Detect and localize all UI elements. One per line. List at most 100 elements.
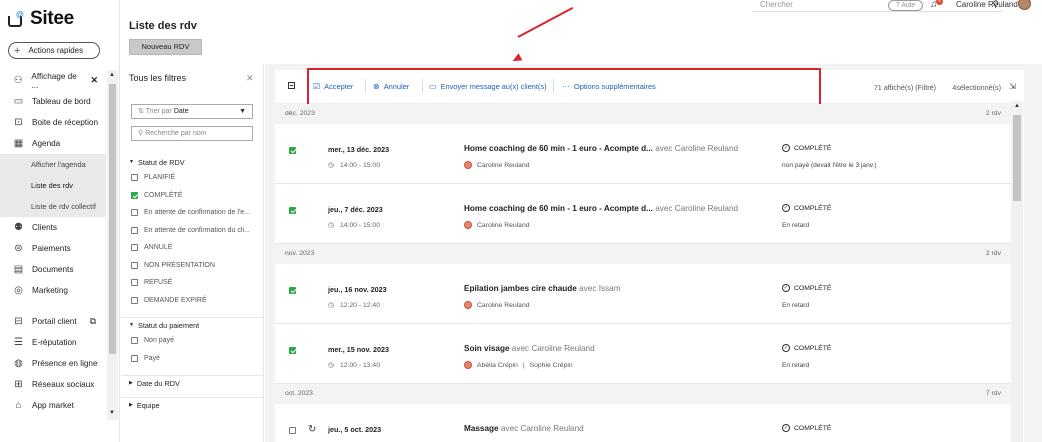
sidebar-item-documents[interactable]: ▤ Documents [0,259,106,280]
scroll-down-icon[interactable]: ▼ [109,410,115,416]
row-checkbox[interactable] [289,347,296,354]
service-title[interactable]: Soin visage avec Caroline Reuland [464,344,595,353]
close-icon[interactable]: ✕ [246,73,254,84]
status-filter-toggle[interactable]: ▼ Statut de RDV [121,155,264,169]
filter-option[interactable]: Payé [121,350,264,368]
sidebar-item-dashboard[interactable]: ▭ Tableau de bord [0,91,106,112]
filter-option[interactable]: NON PRÉSENTATION [121,257,264,275]
appointment-row[interactable]: jeu., 7 déc. 2023 ◷ 14:00 - 15:00 Home coac… [275,184,1011,244]
service-with: avec Caroline Reuland [511,344,595,353]
checkbox[interactable] [131,261,138,269]
sidebar-subitem-appointments-list[interactable]: Liste des rdv [0,175,106,196]
appointment-row[interactable]: mer., 15 nov. 2023 ◷ 12:00 - 13:40 Soin vis… [275,324,1011,384]
checkbox[interactable] [131,279,138,287]
date-filter-toggle[interactable]: ▶ Date du RDV [121,376,264,390]
row-checkbox[interactable] [289,207,296,214]
avatar [464,301,472,309]
export-icon[interactable]: ⇲ [1009,82,1016,91]
service-title[interactable]: Home coaching de 60 min - 1 euro - Acomp… [464,204,738,213]
name-search-input[interactable]: ⚲ Recherche par nom [131,126,253,141]
payment-status: non payé (devait l'être le 3 janv.) [782,162,877,169]
staff-name: Caroline Reuland [477,301,530,309]
quick-actions-label: Actions rapides [28,46,84,55]
payment-filter-toggle[interactable]: ▼ Statut du paiement [121,318,264,332]
plus-icon: + [14,44,21,57]
filter-option-label: En attente de confirmation de l'e... [144,209,251,217]
filter-option[interactable]: COMPLÉTÉ [121,187,264,205]
row-checkbox[interactable] [289,427,296,434]
bell-icon[interactable]: ♫ 6 [930,0,943,10]
service-title[interactable]: Home coaching de 60 min - 1 euro - Acomp… [464,144,738,153]
group-title: Statut du paiement [137,320,200,330]
sidebar-subitem-group-appointments[interactable]: Liste de rdv collectif [0,196,106,217]
search-icon: ⚲ [138,130,144,137]
new-appointment-button[interactable]: Nouveau RDV [129,39,202,55]
accept-button[interactable]: ☑ Accepter [313,82,353,91]
sidebar-item-online-presence[interactable]: ◍ Présence en ligne [0,353,106,374]
more-options-button[interactable]: ··· Options supplémentaires [562,82,656,91]
logo[interactable]: @ Sitee [8,8,74,30]
clock-icon: ◷ [328,302,334,309]
filter-option[interactable]: REFUSÉ [121,274,264,292]
checkbox[interactable] [131,209,138,217]
appointment-row[interactable]: ↻ jeu., 5 oct. 2023 Massage avec Caroline … [275,404,1011,442]
sidebar-item-client-portal[interactable]: ⊟ Portail client ⧉ [0,311,106,332]
scrollbar-thumb[interactable] [109,84,116,354]
team-filter-group: ▶ Equipe [121,397,264,412]
appointment-time: ◷ 14:00 - 15:00 [328,161,380,170]
sidebar-item-agenda[interactable]: ▦ Agenda [0,133,106,154]
sidebar-item-e-reputation[interactable]: ☰ E-réputation [0,332,106,353]
scroll-up-icon[interactable]: ▲ [1014,103,1020,109]
checkbox[interactable] [131,174,138,182]
sidebar-item-app-market[interactable]: ⌂ App market [0,395,106,416]
sidebar-item-social-networks[interactable]: ⊞ Réseaux sociaux [0,374,106,395]
quick-actions-button[interactable]: + Actions rapides [8,42,100,59]
row-checkbox[interactable] [289,147,296,154]
filter-option[interactable]: Non payé [121,332,264,350]
filter-option[interactable]: DEMANDE EXPIRÉ [121,292,264,310]
select-all-checkbox[interactable] [288,82,295,89]
sidebar-item-inbox[interactable]: ⊡ Boite de réception [0,112,106,133]
check-circle-icon: ✓ [782,344,790,352]
filter-option[interactable]: PLANIFIÉ [121,169,264,187]
appointment-row[interactable]: mer., 13 déc. 2023 ◷ 14:00 - 15:00 Home coa… [275,124,1011,184]
sidebar-scrollbar[interactable]: ▲ ▼ [107,70,118,420]
filter-option[interactable]: En attente de confirmation de l'e... [121,204,264,222]
list-scrollbar[interactable]: ▲ [1011,101,1023,442]
cancel-button[interactable]: ⊗ Annuler [373,82,409,91]
sidebar-subitem-show-agenda[interactable]: Afficher l'agenda [0,154,106,175]
send-message-button[interactable]: ▭ Envoyer message au(x) client(s) [429,82,547,91]
chevron-down-icon: ▼ [239,108,246,115]
checkbox[interactable] [131,296,138,304]
sort-select[interactable]: ⇅ Trier par Date ▼ [131,104,253,119]
checkbox[interactable] [131,226,138,234]
row-checkbox[interactable] [289,287,296,294]
filter-option[interactable]: ANNULÉ [121,239,264,257]
sort-value: Date [173,108,189,115]
sidebar-item-label: App market [32,401,74,410]
scrollbar-thumb[interactable] [1013,115,1021,201]
service-title[interactable]: Epilation jambes cire chaude avec Issam [464,284,621,293]
appointment-row[interactable]: jeu., 16 nov. 2023 ◷ 12:20 - 12:40 Epilatio… [275,264,1011,324]
avatar[interactable] [1018,0,1031,10]
help-button[interactable]: ? Aide [888,0,923,11]
checkbox[interactable] [131,191,138,199]
selected-count: 4sélectionné(s) [952,83,1001,92]
filter-option[interactable]: En attente de confirmation du cli... [121,222,264,240]
checkbox[interactable] [131,244,138,252]
external-link-icon[interactable]: ⧉ [90,316,96,327]
sidebar-item-clients[interactable]: ⚉ Clients [0,217,106,238]
service-title[interactable]: Massage avec Caroline Reuland [464,424,584,433]
globe-icon: ◍ [14,358,23,369]
checkbox[interactable] [131,337,138,345]
sidebar-item-marketing[interactable]: ◎ Marketing [0,280,106,301]
check-circle-icon: ✓ [782,284,790,292]
scroll-up-icon[interactable]: ▲ [109,72,115,78]
team-filter-toggle[interactable]: ▶ Equipe [121,398,264,412]
logo-icon: @ [8,10,26,28]
sidebar-item-payments[interactable]: ⊜ Paiements [0,238,106,259]
sidebar-item-affichage[interactable]: ⚇ Affichage de ... ✕ [0,70,106,91]
user-name[interactable]: Caroline Reuland [956,0,1018,9]
close-icon[interactable]: ✕ [90,75,98,86]
checkbox[interactable] [131,354,138,362]
